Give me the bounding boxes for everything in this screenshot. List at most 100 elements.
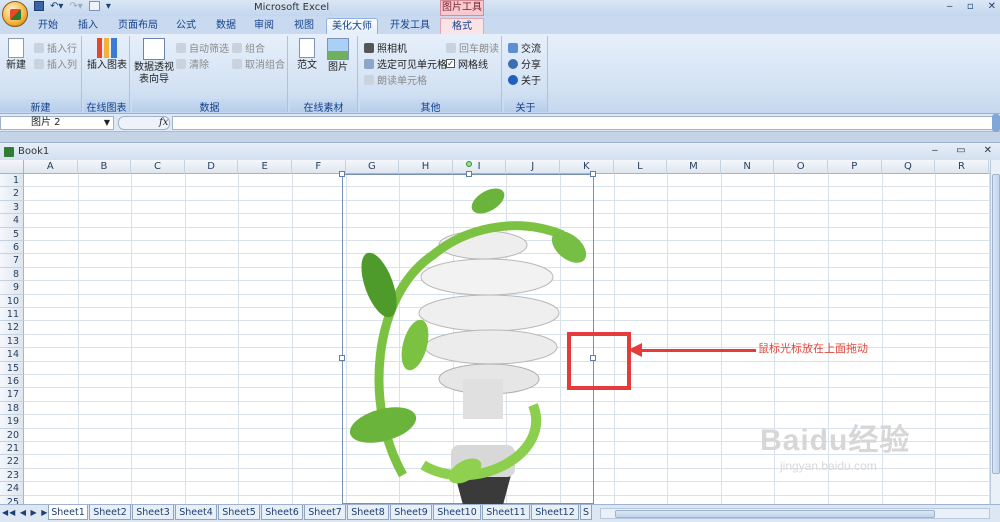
row-header[interactable]: 13 xyxy=(0,334,24,349)
row-header[interactable]: 23 xyxy=(0,468,24,483)
row-header[interactable]: 11 xyxy=(0,308,24,322)
column-header[interactable]: I xyxy=(453,160,507,174)
formula-bar-expand-handle[interactable] xyxy=(992,114,1000,132)
redo-icon[interactable]: ↷▾ xyxy=(69,1,82,12)
row-header[interactable]: 18 xyxy=(0,401,24,416)
column-header[interactable]: R xyxy=(935,160,989,174)
row-header[interactable]: 21 xyxy=(0,442,24,456)
gridlines-toggle[interactable]: ✓ 网格线 xyxy=(446,56,488,71)
rotation-handle[interactable] xyxy=(466,161,472,167)
exchange-button[interactable]: 交流 xyxy=(508,40,541,55)
column-header[interactable]: J xyxy=(506,160,560,174)
row-header[interactable]: 9 xyxy=(0,281,24,295)
group-button[interactable]: 组合 xyxy=(232,40,265,55)
resize-handle-left[interactable] xyxy=(339,355,345,361)
tab-developer[interactable]: 开发工具 xyxy=(384,18,436,34)
sheet-tab[interactable]: Sheet11 xyxy=(482,505,530,520)
column-header[interactable]: M xyxy=(667,160,721,174)
enter-read-button[interactable]: 回车朗读 xyxy=(446,40,499,55)
row-header[interactable]: 15 xyxy=(0,361,24,375)
picture-button[interactable]: 图片 xyxy=(324,38,352,74)
row-header[interactable]: 2 xyxy=(0,187,24,201)
row-header[interactable]: 17 xyxy=(0,388,24,402)
row-header[interactable]: 4 xyxy=(0,214,24,228)
tab-page-layout[interactable]: 页面布局 xyxy=(112,18,164,34)
office-button[interactable] xyxy=(2,1,28,27)
customize-qat-icon[interactable] xyxy=(88,1,100,11)
new-button[interactable]: 新建 xyxy=(2,38,30,72)
row-header[interactable]: 6 xyxy=(0,241,24,255)
sheet-tab[interactable]: Sheet1 xyxy=(48,505,88,520)
sheet-tab[interactable]: Sheet4 xyxy=(175,505,217,520)
tab-format[interactable]: 格式 xyxy=(440,18,484,34)
ungroup-button[interactable]: 取消组合 xyxy=(232,56,285,71)
column-header[interactable]: Q xyxy=(882,160,936,174)
minimize-icon[interactable]: ‒ xyxy=(946,1,952,12)
column-header[interactable]: F xyxy=(292,160,346,174)
select-all-corner[interactable] xyxy=(0,160,24,174)
undo-icon[interactable]: ↶▾ xyxy=(50,1,63,12)
workbook-restore-icon[interactable]: ▭ xyxy=(956,145,965,156)
vertical-scroll-thumb[interactable] xyxy=(992,174,1000,474)
column-header[interactable]: C xyxy=(131,160,185,174)
row-header[interactable]: 7 xyxy=(0,254,24,268)
tab-view[interactable]: 视图 xyxy=(286,18,322,34)
vertical-scrollbar[interactable] xyxy=(990,160,1000,504)
row-header[interactable]: 5 xyxy=(0,227,24,241)
tab-home[interactable]: 开始 xyxy=(30,18,66,34)
tab-data[interactable]: 数据 xyxy=(208,18,244,34)
sheet-tab[interactable]: Sheet2 xyxy=(89,505,131,520)
insert-row-button[interactable]: 插入行 xyxy=(34,40,77,55)
resize-handle-top[interactable] xyxy=(466,171,472,177)
qat-dropdown-icon[interactable]: ▾ xyxy=(106,1,111,12)
read-cells-button[interactable]: 朗读单元格 xyxy=(364,72,427,87)
camera-button[interactable]: 照相机 xyxy=(364,40,407,55)
auto-filter-button[interactable]: 自动筛选 xyxy=(176,40,229,55)
sheet-tab[interactable]: Sheet7 xyxy=(304,505,346,520)
sheet-tab[interactable]: Sheet3 xyxy=(132,505,174,520)
horizontal-scroll-thumb[interactable] xyxy=(615,510,935,518)
insert-chart-button[interactable]: 插入图表 xyxy=(86,38,128,72)
close-icon[interactable]: ✕ xyxy=(988,1,996,12)
insert-col-button[interactable]: 插入列 xyxy=(34,56,77,71)
row-header[interactable]: 25 xyxy=(0,495,24,504)
about-button[interactable]: 关于 xyxy=(508,72,541,87)
column-header[interactable]: H xyxy=(399,160,453,174)
tab-insert[interactable]: 插入 xyxy=(70,18,106,34)
row-header[interactable]: 12 xyxy=(0,321,24,335)
row-header[interactable]: 3 xyxy=(0,200,24,215)
row-header[interactable]: 24 xyxy=(0,482,24,496)
column-header[interactable]: P xyxy=(828,160,882,174)
column-header[interactable]: L xyxy=(614,160,668,174)
share-button[interactable]: 分享 xyxy=(508,56,541,71)
sheet-tab[interactable]: Sheet6 xyxy=(261,505,303,520)
tab-review[interactable]: 审阅 xyxy=(246,18,282,34)
row-header[interactable]: 8 xyxy=(0,267,24,282)
row-header[interactable]: 19 xyxy=(0,415,24,429)
column-header[interactable]: G xyxy=(346,160,400,174)
sheet-tab[interactable]: S xyxy=(580,505,592,520)
row-header[interactable]: 10 xyxy=(0,294,24,308)
template-button[interactable]: 范文 xyxy=(294,38,320,72)
column-header[interactable]: A xyxy=(24,160,78,174)
column-header[interactable]: K xyxy=(560,160,614,174)
dropdown-arrow-icon[interactable]: ▼ xyxy=(104,117,110,129)
workbook-minimize-icon[interactable]: ‒ xyxy=(932,145,938,156)
column-header[interactable]: N xyxy=(721,160,775,174)
row-header[interactable]: 22 xyxy=(0,455,24,469)
row-header[interactable]: 1 xyxy=(0,174,24,188)
resize-handle-top-left[interactable] xyxy=(339,171,345,177)
tab-beautify-master[interactable]: 美化大师 xyxy=(326,18,378,34)
select-visible-cells-button[interactable]: 选定可见单元格 xyxy=(364,56,447,71)
selected-picture[interactable] xyxy=(339,161,596,505)
column-header[interactable]: O xyxy=(774,160,828,174)
maximize-icon[interactable]: ▫ xyxy=(967,1,974,12)
row-header[interactable]: 16 xyxy=(0,375,24,389)
row-header[interactable]: 14 xyxy=(0,348,24,362)
sheet-tab[interactable]: Sheet10 xyxy=(433,505,481,520)
sheet-tab[interactable]: Sheet12 xyxy=(531,505,579,520)
resize-handle-top-right[interactable] xyxy=(590,171,596,177)
save-icon[interactable] xyxy=(34,1,44,11)
column-header[interactable]: B xyxy=(78,160,132,174)
sheet-tab[interactable]: Sheet8 xyxy=(347,505,389,520)
